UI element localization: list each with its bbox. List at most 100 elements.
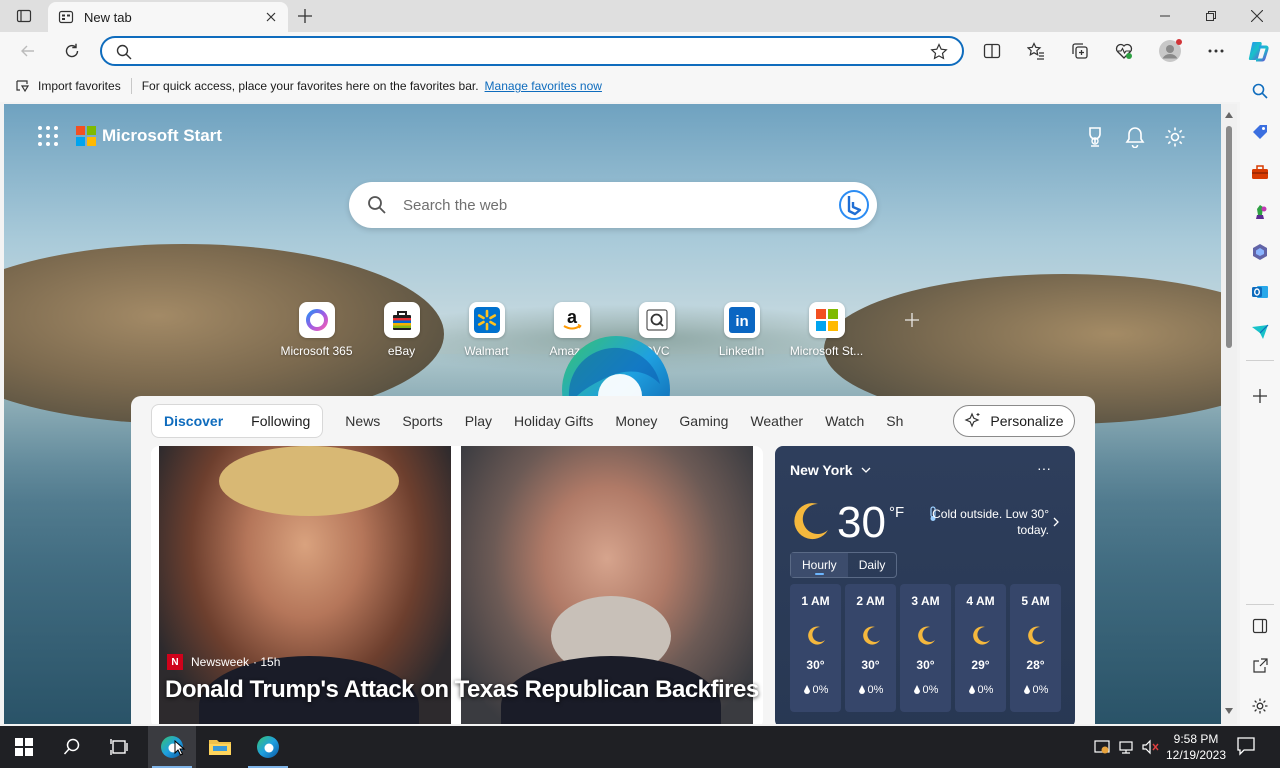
page-settings-gear-icon[interactable]: [1164, 126, 1186, 148]
personalize-button[interactable]: Personalize: [953, 405, 1075, 437]
search-icon: [116, 44, 132, 65]
category-gaming[interactable]: Gaming: [679, 413, 728, 429]
toolbox-icon: [1252, 165, 1268, 179]
browser-essentials-button[interactable]: [1110, 37, 1138, 65]
network-icon[interactable]: [1118, 739, 1134, 755]
minimize-button[interactable]: [1142, 0, 1188, 32]
category-play[interactable]: Play: [465, 413, 492, 429]
tab-new-tab[interactable]: New tab: [48, 2, 288, 32]
crescent-moon-icon: [915, 618, 937, 654]
sidebar-settings-button[interactable]: [1248, 694, 1272, 718]
sidebar-split-button[interactable]: [1248, 614, 1272, 638]
taskbar-edge-button[interactable]: [148, 726, 196, 768]
taskbar-edge-second-button[interactable]: [244, 726, 292, 768]
sidebar-divider: [1246, 360, 1274, 361]
chevron-right-icon[interactable]: [1053, 514, 1059, 532]
profile-button[interactable]: [1156, 37, 1184, 65]
category-news[interactable]: News: [345, 413, 380, 429]
taskbar-search-button[interactable]: [48, 726, 96, 768]
top-story-card[interactable]: N Newsweek · 15h Donald Trump's Attack o…: [151, 446, 763, 724]
microsoft-365-icon: [298, 302, 335, 338]
notifications-bell-icon[interactable]: [1124, 126, 1146, 148]
title-bar: New tab: [0, 0, 1280, 32]
start-button[interactable]: [0, 726, 48, 768]
favorites-button[interactable]: [1022, 37, 1050, 65]
microsoft-start-header: Microsoft Start: [38, 126, 222, 146]
restore-button[interactable]: [1188, 0, 1234, 32]
story-headline[interactable]: Donald Trump's Attack on Texas Republica…: [165, 676, 759, 704]
gear-icon: [1252, 698, 1268, 714]
tab-discover[interactable]: Discover: [162, 413, 223, 429]
sidebar-games-button[interactable]: [1248, 200, 1272, 224]
raindrop-icon: [858, 685, 865, 694]
close-window-button[interactable]: [1234, 0, 1280, 32]
more-horizontal-icon: [1208, 49, 1224, 53]
weather-card[interactable]: New York ··· 30 °F Cold outside. Low 30°…: [775, 446, 1075, 724]
weather-location[interactable]: New York: [790, 462, 871, 478]
sidebar-shopping-button[interactable]: [1248, 120, 1272, 144]
quicklink-linkedin[interactable]: in LinkedIn: [699, 302, 784, 358]
manage-favorites-link[interactable]: Manage favorites now: [485, 79, 602, 93]
sidebar-open-external-button[interactable]: [1248, 654, 1272, 678]
story-age: · 15h: [253, 655, 281, 669]
app-launcher-icon[interactable]: [38, 126, 58, 146]
hourly-item[interactable]: 3 AM 30° 0%: [900, 584, 951, 712]
add-quicklink-button[interactable]: [869, 302, 954, 358]
copilot-button[interactable]: [1244, 37, 1272, 65]
bing-chat-icon[interactable]: [837, 188, 871, 222]
sidebar-drop-button[interactable]: [1248, 320, 1272, 344]
import-favorites-button[interactable]: Import favorites: [14, 78, 121, 94]
hourly-item[interactable]: 5 AM 28° 0%: [1010, 584, 1061, 712]
tab-daily[interactable]: Daily: [848, 553, 897, 577]
hourly-item[interactable]: 1 AM 30° 0%: [790, 584, 841, 712]
weather-summary[interactable]: Cold outside. Low 30° today.: [927, 506, 1049, 538]
microsoft-start-title[interactable]: Microsoft Start: [102, 126, 222, 146]
category-shopping[interactable]: Sh: [886, 413, 903, 429]
scroll-up-arrow-icon[interactable]: [1224, 110, 1234, 120]
category-money[interactable]: Money: [615, 413, 657, 429]
volume-muted-icon[interactable]: [1142, 739, 1160, 755]
hourly-item[interactable]: 2 AM 30° 0%: [845, 584, 896, 712]
collections-button[interactable]: [1066, 37, 1094, 65]
refresh-button[interactable]: [58, 37, 86, 65]
scrollbar-thumb[interactable]: [1226, 126, 1232, 348]
hourly-item[interactable]: 4 AM 29° 0%: [955, 584, 1006, 712]
quicklink-microsoft-365[interactable]: Microsoft 365: [274, 302, 359, 358]
tab-actions-icon: [16, 9, 32, 23]
category-holiday-gifts[interactable]: Holiday Gifts: [514, 413, 593, 429]
scroll-down-arrow-icon[interactable]: [1224, 706, 1234, 716]
favorite-star-icon[interactable]: [930, 43, 948, 66]
quicklink-label: Walmart: [464, 344, 509, 358]
taskbar-file-explorer-button[interactable]: [196, 726, 244, 768]
task-view-button[interactable]: [96, 726, 144, 768]
sidebar-microsoft-365-button[interactable]: [1248, 240, 1272, 264]
notification-center-icon[interactable]: [1236, 736, 1256, 761]
web-search-box[interactable]: Search the web: [349, 182, 877, 228]
tab-close-icon[interactable]: [264, 10, 278, 24]
sidebar-add-button[interactable]: [1248, 384, 1272, 408]
back-button[interactable]: [14, 37, 42, 65]
temperature-unit: °F: [889, 504, 905, 521]
category-watch[interactable]: Watch: [825, 413, 864, 429]
sidebar-outlook-button[interactable]: [1248, 280, 1272, 304]
new-tab-button[interactable]: [294, 6, 316, 26]
category-weather[interactable]: Weather: [750, 413, 803, 429]
security-shield-icon[interactable]: [1094, 739, 1110, 755]
quicklink-walmart[interactable]: Walmart: [444, 302, 529, 358]
sidebar-tools-button[interactable]: [1248, 160, 1272, 184]
quicklink-ebay[interactable]: eBay: [359, 302, 444, 358]
rewards-trophy-icon[interactable]: [1084, 126, 1106, 148]
split-screen-button[interactable]: [978, 37, 1006, 65]
sidebar-search-button[interactable]: [1248, 79, 1272, 103]
restore-icon: [1206, 11, 1216, 21]
address-bar[interactable]: [100, 36, 964, 66]
category-sports[interactable]: Sports: [402, 413, 442, 429]
settings-more-button[interactable]: [1202, 37, 1230, 65]
tab-following[interactable]: Following: [249, 413, 310, 429]
taskbar-clock[interactable]: 9:58 PM 12/19/2023: [1164, 731, 1228, 763]
page-scrollbar[interactable]: [1221, 104, 1237, 724]
tab-hourly[interactable]: Hourly: [791, 553, 848, 577]
weather-more-icon[interactable]: ···: [1037, 460, 1051, 476]
quicklink-microsoft-store[interactable]: Microsoft St...: [784, 302, 869, 358]
tab-actions-button[interactable]: [12, 6, 36, 26]
